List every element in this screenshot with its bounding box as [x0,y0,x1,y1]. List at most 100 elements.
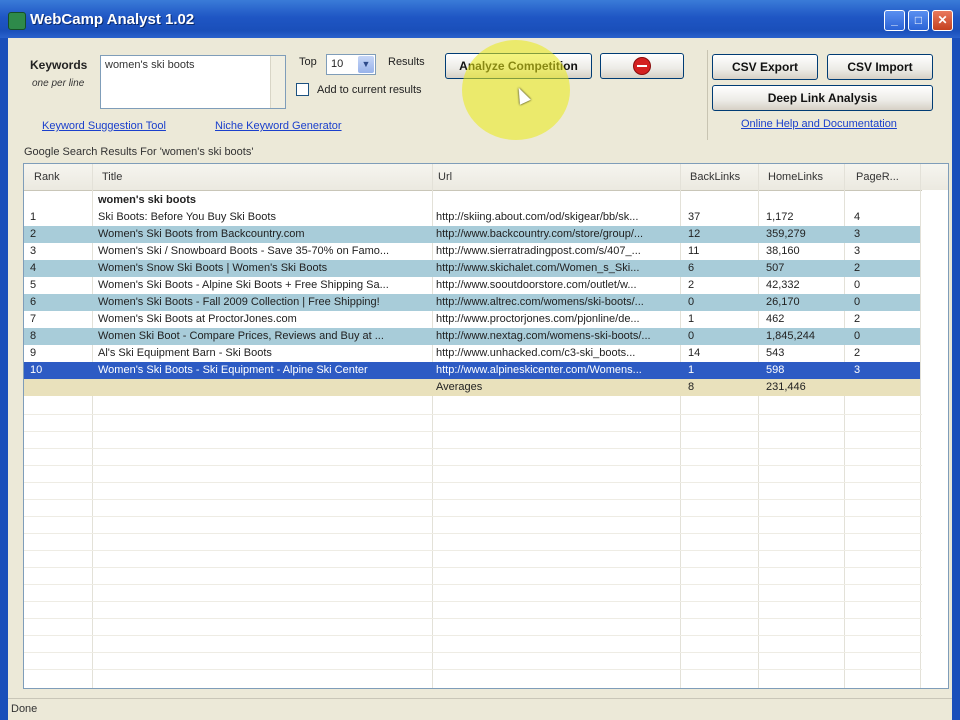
niche-keyword-generator-link[interactable]: Niche Keyword Generator [215,120,342,132]
cell-rank: 8 [30,330,37,342]
cell-rank: 9 [30,347,37,359]
cell-title: Women's Ski Boots - Fall 2009 Collection… [98,296,380,308]
cell-pagerank: 3 [854,228,861,240]
status-text: Done [11,703,38,715]
keywords-input[interactable]: women's ski boots [100,55,286,109]
grid-line [24,669,948,670]
table-row[interactable]: 9 Al's Ski Equipment Barn - Ski Boots ht… [24,345,920,362]
one-per-line-hint: one per line [32,78,85,89]
cell-backlinks: 11 [688,245,700,257]
cell-backlinks: 14 [688,347,701,359]
grid-line [24,533,948,534]
cell-backlinks: 1 [688,313,695,325]
cell-rank: 3 [30,245,37,257]
table-scroll-area [922,190,948,688]
column-divider [920,164,921,688]
column-header-url[interactable]: Url [438,171,452,183]
column-header-pagerank[interactable]: PageR... [856,171,899,183]
cell-pagerank: 3 [854,364,861,376]
table-row[interactable]: 6 Women's Ski Boots - Fall 2009 Collecti… [24,294,920,311]
results-label: Results [388,56,425,68]
cell-url: http://www.altrec.com/womens/ski-boots/.… [436,296,644,308]
results-table[interactable]: Rank Title Url BackLinks HomeLinks PageR… [23,163,949,689]
cell-pagerank: 2 [854,262,861,274]
table-row[interactable]: 4 Women's Snow Ski Boots | Women's Ski B… [24,260,920,277]
column-header-rank[interactable]: Rank [34,171,60,183]
table-row[interactable]: 8 Women Ski Boot - Compare Prices, Revie… [24,328,920,345]
results-caption: Google Search Results For 'women's ski b… [24,146,254,158]
csv-import-button[interactable]: CSV Import [827,54,933,80]
top-results-select[interactable]: 10 ▼ [326,54,376,75]
grid-line [24,482,948,483]
cell-title: Women's Ski Boots - Alpine Ski Boots + F… [98,279,389,291]
cell-homelinks: 462 [766,313,785,325]
cell-url: http://skiing.about.com/od/skigear/bb/sk… [436,211,639,223]
add-to-current-checkbox[interactable] [296,83,309,96]
table-row-selected[interactable]: 10 Women's Ski Boots - Ski Equipment - A… [24,362,920,379]
cell-backlinks: 1 [688,364,695,376]
cell-homelinks: 543 [766,347,785,359]
table-row[interactable]: 2 Women's Ski Boots from Backcountry.com… [24,226,920,243]
window-title: WebCamp Analyst 1.02 [30,11,195,28]
grid-line [24,584,948,585]
averages-backlinks: 8 [688,381,695,393]
cell-url: http://www.unhacked.com/c3-ski_boots... [436,347,636,359]
cell-homelinks: 26,170 [766,296,800,308]
grid-line [24,499,948,500]
close-button[interactable]: ✕ [932,10,953,31]
top-label: Top [299,56,317,68]
online-help-link[interactable]: Online Help and Documentation [741,118,897,130]
grid-line [24,652,948,653]
column-header-title[interactable]: Title [102,171,122,183]
add-to-current-label[interactable]: Add to current results [317,84,422,96]
table-row[interactable]: 5 Women's Ski Boots - Alpine Ski Boots +… [24,277,920,294]
deep-link-analysis-button[interactable]: Deep Link Analysis [712,85,933,111]
grid-line [24,414,948,415]
table-row[interactable]: 7 Women's Ski Boots at ProctorJones.com … [24,311,920,328]
cell-rank: 7 [30,313,37,325]
cell-backlinks: 2 [688,279,695,291]
grid-line [24,635,948,636]
cell-title: Ski Boots: Before You Buy Ski Boots [98,211,276,223]
cell-url: http://www.nextag.com/womens-ski-boots/.… [436,330,651,342]
keywords-label: Keywords [30,58,88,72]
cell-url: http://www.sierratradingpost.com/s/407_.… [436,245,641,257]
cell-pagerank: 0 [854,330,861,342]
cell-pagerank: 4 [854,211,861,223]
cell-url: http://www.alpineskicenter.com/Womens... [436,364,642,376]
column-header-homelinks[interactable]: HomeLinks [768,171,823,183]
cell-backlinks: 0 [688,330,695,342]
minimize-button[interactable]: _ [884,10,905,31]
cell-pagerank: 3 [854,245,861,257]
cell-backlinks: 0 [688,296,695,308]
cell-rank: 5 [30,279,37,291]
cell-pagerank: 0 [854,296,861,308]
cell-backlinks: 6 [688,262,695,274]
maximize-button[interactable]: □ [908,10,929,31]
cell-homelinks: 38,160 [766,245,800,257]
cell-url: http://www.backcountry.com/store/group/.… [436,228,644,240]
cell-pagerank: 0 [854,279,861,291]
cell-homelinks: 507 [766,262,785,274]
table-header: Rank Title Url BackLinks HomeLinks PageR… [24,164,948,191]
csv-export-button[interactable]: CSV Export [712,54,818,80]
grid-line [24,448,948,449]
grid-line [24,550,948,551]
title-bar: WebCamp Analyst 1.02 _ □ ✕ [0,0,960,38]
chevron-down-icon[interactable]: ▼ [358,56,374,73]
cell-url: http://www.sooutdoorstore.com/outlet/w..… [436,279,637,291]
cell-url: http://www.proctorjones.com/pjonline/de.… [436,313,640,325]
cell-rank: 1 [30,211,37,223]
toolbar-divider [707,50,709,140]
column-header-backlinks[interactable]: BackLinks [690,171,740,183]
stop-button[interactable] [600,53,684,79]
table-row[interactable]: 3 Women's Ski / Snowboard Boots - Save 3… [24,243,920,260]
cell-homelinks: 598 [766,364,785,376]
keyword-suggestion-link[interactable]: Keyword Suggestion Tool [42,120,166,132]
table-row[interactable]: 1 Ski Boots: Before You Buy Ski Boots ht… [24,209,920,226]
cell-rank: 10 [30,364,43,376]
top-select-value: 10 [331,58,344,70]
keywords-scrollbar[interactable] [270,56,285,108]
cell-homelinks: 359,279 [766,228,806,240]
cell-rank: 2 [30,228,37,240]
